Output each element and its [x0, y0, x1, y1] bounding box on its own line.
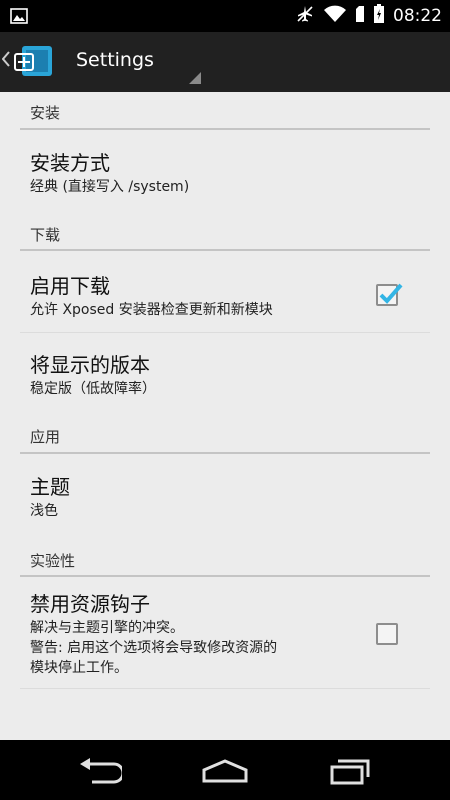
action-bar: Settings	[0, 32, 450, 92]
pref-install-method[interactable]: 安装方式 经典 (直接写入 /system)	[20, 131, 430, 219]
settings-list: 安装 安装方式 经典 (直接写入 /system) 下载 启用下载 允许 Xpo…	[0, 92, 450, 740]
pref-summary: 允许 Xposed 安装器检查更新和新模块	[30, 302, 273, 318]
checkmark-icon	[379, 283, 403, 304]
category-experimental: 实验性	[30, 552, 76, 570]
pref-summary: 浅色	[30, 503, 58, 519]
chevron-left-icon	[1, 51, 10, 72]
enable-downloads-checkbox[interactable]	[376, 283, 403, 306]
airplane-mode-icon	[295, 4, 315, 28]
category-divider	[20, 128, 430, 130]
xposed-app-icon	[14, 44, 54, 80]
pref-version-shown[interactable]: 将显示的版本 稳定版（低故障率）	[20, 333, 430, 413]
pref-disable-resources[interactable]: 禁用资源钩子 解决与主题引擎的冲突。 警告: 启用这个选项将会导致修改资源的 模…	[20, 578, 430, 688]
back-button[interactable]	[70, 754, 130, 788]
battery-icon	[373, 4, 385, 28]
status-bar: 08:22	[0, 0, 450, 32]
sim-card-icon	[355, 5, 365, 27]
up-navigation[interactable]	[0, 32, 62, 92]
pref-summary-line: 模块停止工作。	[30, 660, 128, 676]
pref-title: 主题	[30, 475, 70, 499]
category-divider	[20, 452, 430, 454]
category-divider	[20, 575, 430, 577]
recents-icon	[330, 759, 370, 785]
pref-divider	[20, 688, 430, 689]
pref-summary-line: 解决与主题引擎的冲突。	[30, 620, 184, 636]
wifi-icon	[323, 4, 347, 28]
pref-summary-line: 警告: 启用这个选项将会导致修改资源的	[30, 640, 278, 656]
action-bar-title[interactable]: Settings	[76, 49, 154, 71]
pref-title: 将显示的版本	[30, 353, 150, 377]
pref-title: 安装方式	[30, 151, 110, 175]
disable-resources-checkbox[interactable]	[376, 623, 398, 645]
home-button[interactable]	[195, 754, 255, 788]
pref-theme[interactable]: 主题 浅色	[20, 455, 430, 539]
status-time: 08:22	[393, 6, 442, 26]
navigation-bar	[0, 740, 450, 800]
recents-button[interactable]	[320, 754, 380, 788]
pref-enable-downloads[interactable]: 启用下载 允许 Xposed 安装器检查更新和新模块	[20, 252, 430, 332]
pref-summary: 稳定版（低故障率）	[30, 381, 156, 397]
pref-title: 启用下载	[30, 274, 110, 298]
pref-summary: 经典 (直接写入 /system)	[30, 179, 190, 195]
category-install: 安装	[30, 104, 61, 122]
home-icon	[202, 759, 248, 783]
pref-title: 禁用资源钩子	[30, 592, 150, 616]
back-icon	[80, 758, 122, 784]
image-icon	[10, 8, 28, 28]
category-app: 应用	[30, 428, 61, 446]
status-icons: 08:22	[295, 0, 442, 32]
dropdown-triangle-icon	[188, 70, 202, 89]
category-divider	[20, 249, 430, 251]
category-download: 下载	[30, 226, 61, 244]
